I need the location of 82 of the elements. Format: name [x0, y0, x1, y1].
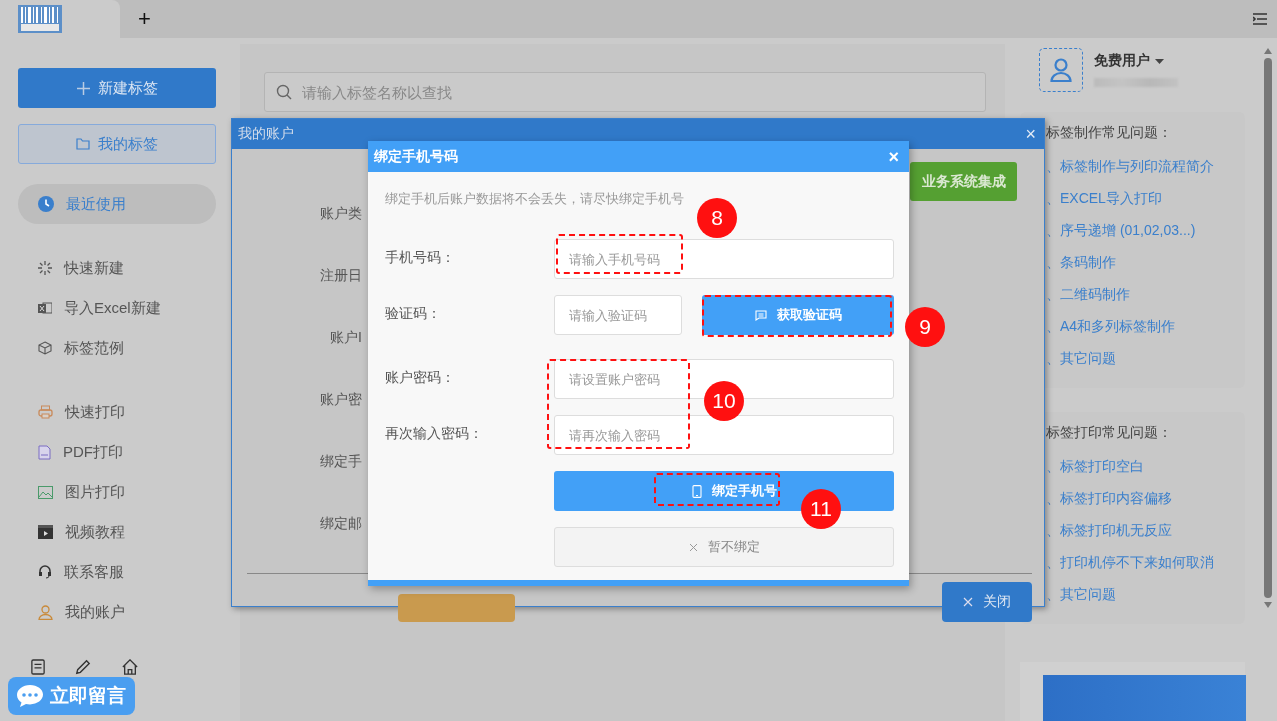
cube-icon: [38, 341, 52, 355]
form-label: 绑定邮: [320, 515, 362, 533]
form-label: 绑定手: [320, 453, 362, 471]
nav-item[interactable]: 视频教程: [18, 512, 216, 552]
user-icon: [38, 604, 53, 620]
help-link[interactable]: 、其它问题: [1046, 342, 1245, 374]
close-button[interactable]: ×: [1023, 125, 1038, 143]
headset-icon: [38, 565, 52, 579]
help-link[interactable]: 、标签制作与列印流程简介: [1046, 150, 1245, 182]
pdf-file-icon: [38, 444, 51, 460]
add-tab-button[interactable]: +: [134, 6, 155, 32]
new-label-button[interactable]: 新建标签: [18, 68, 216, 108]
avatar-placeholder[interactable]: [1039, 48, 1083, 92]
form-label: 账户I: [330, 329, 362, 347]
menu-icon[interactable]: [1253, 13, 1267, 25]
integration-button[interactable]: 业务系统集成: [910, 162, 1017, 201]
nav-item[interactable]: 导入Excel新建: [18, 288, 216, 328]
close-button[interactable]: ×: [886, 147, 901, 166]
sparkle-icon: [38, 261, 52, 275]
field-label: 验证码：: [385, 305, 441, 323]
folder-icon: [76, 138, 90, 150]
nav-item[interactable]: 图片打印: [18, 472, 216, 512]
help-link[interactable]: 、其它问题: [1046, 578, 1245, 610]
speech-bubble-icon: [16, 684, 44, 708]
field-label: 再次输入密码：: [385, 425, 483, 443]
video-icon: [38, 525, 53, 539]
image-icon: [38, 485, 53, 499]
skip-button[interactable]: 暂不绑定: [554, 527, 894, 567]
search-field[interactable]: 请输入标签名称以查找: [264, 72, 986, 112]
nav-item[interactable]: 快速打印: [18, 392, 216, 432]
input-field[interactable]: 请再次输入密码: [554, 415, 894, 455]
help-link[interactable]: 、标签打印空白: [1046, 450, 1245, 482]
clock-icon: [38, 196, 54, 212]
help-link[interactable]: 、EXCEL导入打印: [1046, 182, 1245, 214]
field-label: 账户密码：: [385, 369, 455, 387]
help-link[interactable]: 、序号递增 (01,02,03...): [1046, 214, 1245, 246]
help-link[interactable]: 、打印机停不下来如何取消: [1046, 546, 1245, 578]
pencil-icon[interactable]: [75, 659, 91, 675]
help-link[interactable]: 、二维码制作: [1046, 278, 1245, 310]
dialog-title: 我的账户: [238, 125, 294, 143]
nav-item[interactable]: 我的账户: [18, 592, 216, 632]
close-icon: [688, 542, 698, 552]
barcode-logo-icon: [18, 5, 62, 33]
help-link[interactable]: 、标签打印机无反应: [1046, 514, 1245, 546]
plus-icon: [76, 81, 90, 95]
callout-number: 8: [697, 198, 737, 238]
field-label: 手机号码：: [385, 249, 455, 267]
input-field[interactable]: 请输入验证码: [554, 295, 682, 335]
help-link[interactable]: 、A4和多列标签制作: [1046, 310, 1245, 342]
help-link[interactable]: 、条码制作: [1046, 246, 1245, 278]
close-icon: [963, 597, 973, 607]
printer-icon: [38, 405, 53, 419]
scroll-up-icon[interactable]: [1264, 48, 1272, 54]
nav-item[interactable]: PDF打印: [18, 432, 216, 472]
form-label: 注册日: [320, 267, 362, 285]
document-icon[interactable]: [31, 659, 45, 675]
nav-item[interactable]: 快速新建: [18, 248, 216, 288]
search-icon: [276, 84, 292, 100]
notice-text: 绑定手机后账户数据将不会丢失，请尽快绑定手机号: [385, 190, 684, 208]
scroll-down-icon[interactable]: [1264, 602, 1272, 608]
caret-icon[interactable]: [1155, 58, 1164, 64]
form-label: 账户密: [320, 391, 362, 409]
scrollbar-thumb[interactable]: [1264, 58, 1272, 598]
get-code-button[interactable]: 获取验证码: [702, 295, 894, 335]
nav-item[interactable]: 标签范例: [18, 328, 216, 368]
user-name[interactable]: 免费用户: [1094, 52, 1150, 70]
chat-button[interactable]: 立即留言: [8, 677, 135, 715]
spreadsheet-icon: [38, 301, 52, 315]
form-label: 账户类: [320, 205, 362, 223]
user-silhouette-icon: [1050, 58, 1072, 82]
home-icon[interactable]: [121, 659, 139, 675]
help-link[interactable]: 、标签打印内容偏移: [1046, 482, 1245, 514]
phone-icon: [691, 484, 702, 498]
nav-item[interactable]: 最近使用: [18, 184, 216, 224]
close-dialog-button[interactable]: 关闭: [942, 582, 1032, 622]
message-icon: [754, 309, 767, 321]
card-title: 标签制作常见问题：: [1046, 124, 1173, 142]
nav-item[interactable]: 联系客服: [18, 552, 216, 592]
input-field[interactable]: 请输入手机号码: [554, 239, 894, 279]
dialog-title: 绑定手机号码: [374, 147, 458, 166]
my-labels-button[interactable]: 我的标签: [18, 124, 216, 164]
card-title: 标签打印常见问题：: [1046, 424, 1173, 442]
